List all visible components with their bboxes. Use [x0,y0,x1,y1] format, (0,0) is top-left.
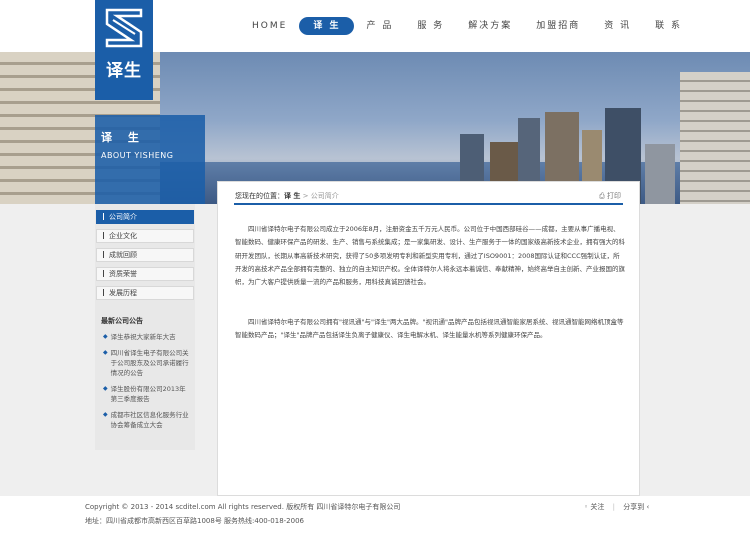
footer-copyright: Copyright © 2013 - 2014 scditel.com All … [85,503,401,511]
nav-home[interactable]: HOME [240,17,299,35]
breadcrumb-separator: > [300,192,311,200]
banner-label: 译 生 ABOUT YISHENG [95,115,205,204]
news-item[interactable]: ◆ 成都市社区信息化服务行业协会筹备成立大会 [103,410,191,430]
nav-franchise[interactable]: 加盟招商 [524,17,592,35]
sidebar-item-profile[interactable]: 公司简介 [96,210,194,224]
bar-icon [103,213,104,220]
logo-mark-icon [105,8,143,48]
news-item-text: 译生恭祝大家新年大吉 [110,333,176,341]
nav-yisheng[interactable]: 译 生 [299,17,355,35]
content-panel: 您现在的位置：译 生 > 公司简介 ⎙ 打印 四川省译特尔电子有限公司成立于20… [217,181,640,496]
sidebar-item-history[interactable]: 发展历程 [96,286,194,300]
page: 译生 HOME 译 生 产 品 服 务 解决方案 加盟招商 资 讯 联 系 译 … [0,0,750,540]
sidebar-item-label: 企业文化 [109,232,137,240]
bar-icon [103,270,104,277]
news-item-text: 译生股份有限公司2013年第三季度报告 [110,385,186,403]
nav-solutions[interactable]: 解决方案 [456,17,524,35]
breadcrumb: 您现在的位置：译 生 > 公司简介 [235,191,339,201]
content-paragraph: 四川省译特尔电子有限公司成立于2006年8月，注册资金五千万元人民币。公司位于中… [235,225,625,287]
sidebar-item-label: 发展历程 [109,289,137,297]
breadcrumb-section[interactable]: 译 生 [284,192,300,200]
nav-contact[interactable]: 联 系 [643,17,694,35]
content-divider [234,203,623,205]
bar-icon [103,232,104,239]
sidebar-item-label: 资质荣誉 [109,270,137,278]
banner-title: 译 生 [101,131,145,144]
logo[interactable]: 译生 [95,0,153,100]
news-item[interactable]: ◆ 四川省译生电子有限公司关于公司股东及公司承诺履行情况的公告 [103,348,191,378]
footer: Copyright © 2013 - 2014 scditel.com All … [0,496,750,540]
news-item-text: 成都市社区信息化服务行业协会筹备成立大会 [110,411,189,429]
print-button[interactable]: ⎙ 打印 [599,191,621,201]
sidebar-item-label: 成就回顾 [109,251,137,259]
banner-right-building [680,72,750,204]
footer-address: 地址：四川省成都市高新西区百草路1008号 服务热线:400-018-2006 [85,517,304,525]
logo-text: 译生 [106,61,142,81]
nav-services[interactable]: 服 务 [405,17,456,35]
sidebar-item-label: 公司简介 [109,213,137,221]
footer-links: ◦ 关注 | 分享到 ‹ [584,502,649,512]
bullet-icon: ◆ [103,349,108,356]
sidebar-item-achievements[interactable]: 成就回顾 [96,248,194,262]
follow-link[interactable]: 关注 [590,503,604,511]
banner-subtitle: ABOUT YISHENG [101,151,174,160]
follow-icon: ◦ [584,503,589,511]
footer-divider: | [612,503,615,511]
nav-products[interactable]: 产 品 [354,17,405,35]
bar-icon [103,289,104,296]
bar-icon [103,251,104,258]
bullet-icon: ◆ [103,411,108,418]
nav-news[interactable]: 资 讯 [592,17,643,35]
news-heading: 最新公司公告 [101,317,143,325]
main-nav: HOME 译 生 产 品 服 务 解决方案 加盟招商 资 讯 联 系 [240,14,694,38]
news-item[interactable]: ◆ 译生股份有限公司2013年第三季度报告 [103,384,191,404]
sidebar: 公司简介 企业文化 成就回顾 资质荣誉 发展历程 最新公司公告 ◆ 译生恭祝大家新… [95,204,195,450]
breadcrumb-current: 公司简介 [310,192,339,200]
printer-icon: ⎙ [599,192,605,200]
bullet-icon: ◆ [103,385,108,392]
sidebar-item-honors[interactable]: 资质荣誉 [96,267,194,281]
print-label: 打印 [607,192,621,200]
news-item[interactable]: ◆ 译生恭祝大家新年大吉 [103,332,191,342]
bullet-icon: ◆ [103,333,108,340]
content-paragraph: 四川省译特尔电子有限公司拥有"视讯通"与"译生"两大品牌。"视讯通"品牌产品包括… [235,318,624,340]
share-icon: ‹ [646,503,650,511]
sidebar-item-culture[interactable]: 企业文化 [96,229,194,243]
news-item-text: 四川省译生电子有限公司关于公司股东及公司承诺履行情况的公告 [110,349,189,377]
breadcrumb-prefix: 您现在的位置： [235,192,284,200]
banner-building [645,144,675,204]
share-link[interactable]: 分享到 [623,503,644,511]
